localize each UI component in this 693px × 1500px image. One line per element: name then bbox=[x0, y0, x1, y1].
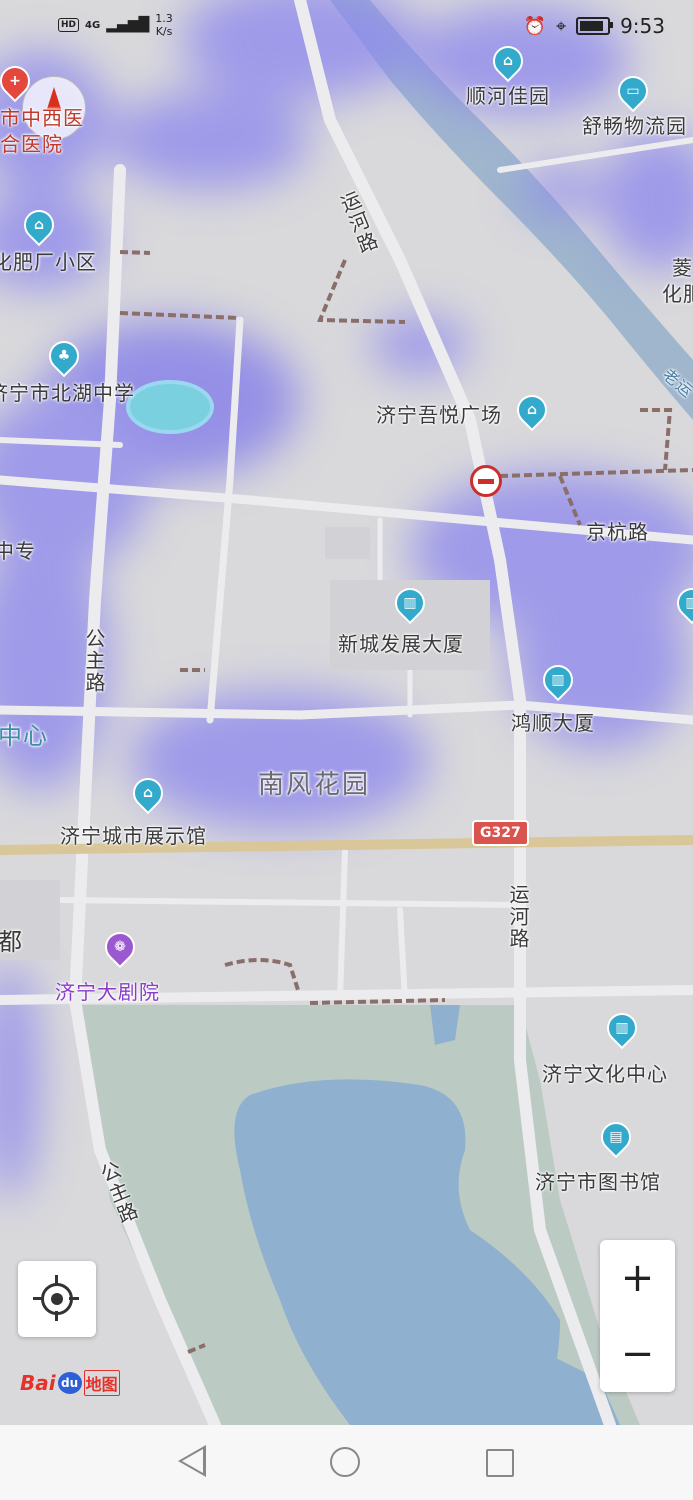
poi-label-hospital-1[interactable]: 市中西医 bbox=[0, 102, 84, 131]
speed-unit: K/s bbox=[155, 25, 173, 38]
recent-apps-icon[interactable] bbox=[486, 1449, 514, 1477]
hd-icon: HD bbox=[58, 18, 80, 32]
status-left: HD 4G ▂▄▆█ 1.3 K/s bbox=[58, 12, 173, 38]
map-view[interactable]: HD 4G ▂▄▆█ 1.3 K/s ⏰ ⌖ 9:53 + ⌂ ▭ ⌂ ♣ ⌂ ▥… bbox=[0, 0, 693, 1425]
back-icon-inner bbox=[182, 1449, 203, 1473]
home-icon[interactable] bbox=[330, 1447, 360, 1477]
poi-label-shuchang-wuliuyuan[interactable]: 舒畅物流园 bbox=[582, 110, 687, 139]
signal-icon: ▂▄▆█ bbox=[106, 17, 150, 33]
shopping-icon[interactable]: ⌂ bbox=[510, 388, 554, 432]
poi-label-shunhe-jiayuan[interactable]: 顺河佳园 bbox=[466, 80, 550, 109]
status-bar: HD 4G ▂▄▆█ 1.3 K/s ⏰ ⌖ 9:53 bbox=[0, 0, 693, 56]
poi-label-exhibition-hall[interactable]: 济宁城市展示馆 bbox=[60, 820, 207, 849]
logo-ditu: 地图 bbox=[83, 1370, 120, 1396]
museum-icon[interactable]: ⌂ bbox=[126, 771, 170, 815]
poi-label-du[interactable]: 都 bbox=[0, 922, 23, 957]
poi-label-grand-theatre[interactable]: 济宁大剧院 bbox=[55, 976, 160, 1005]
school-icon[interactable]: ♣ bbox=[42, 334, 86, 378]
poi-label-feichang-xiaoqu[interactable]: 化肥厂小区 bbox=[0, 246, 97, 275]
status-right: ⏰ ⌖ 9:53 bbox=[524, 14, 665, 38]
crosshair-tick bbox=[69, 1297, 79, 1300]
my-location-button[interactable] bbox=[18, 1261, 96, 1337]
network-type: 4G bbox=[85, 19, 101, 31]
location-dot bbox=[51, 1293, 63, 1305]
poi-label-xincheng-building[interactable]: 新城发展大厦 bbox=[338, 628, 464, 657]
office-building-icon[interactable]: ▥ bbox=[536, 658, 580, 702]
poi-label-beihu-school[interactable]: 济宁市北湖中学 bbox=[0, 377, 135, 406]
poi-label-ling-1[interactable]: 菱 bbox=[672, 252, 693, 281]
battery-icon bbox=[576, 17, 614, 35]
location-icon: ⌖ bbox=[555, 15, 567, 37]
office-building-icon[interactable]: ▥ bbox=[670, 581, 693, 625]
no-entry-icon[interactable] bbox=[470, 465, 502, 497]
road-shield-g327: G327 bbox=[472, 820, 529, 846]
network-speed: 1.3 K/s bbox=[155, 12, 173, 38]
poi-label-hongshun-building[interactable]: 鸿顺大厦 bbox=[511, 707, 595, 736]
library-icon[interactable]: ▤ bbox=[594, 1115, 638, 1159]
poi-label-zhongzhuan[interactable]: 中专 bbox=[0, 535, 36, 564]
poi-label-ling-2[interactable]: 化肥 bbox=[662, 278, 693, 307]
office-building-icon[interactable]: ▥ bbox=[600, 1006, 644, 1050]
road-label-gongzhu-top: 公主路 bbox=[82, 628, 106, 694]
zoom-in-button[interactable]: + bbox=[600, 1240, 675, 1316]
logo-paw-icon: du bbox=[57, 1372, 82, 1394]
road-label-yunhe-bottom: 运河路 bbox=[506, 884, 530, 950]
truck-icon[interactable]: ▭ bbox=[611, 69, 655, 113]
poi-label-wuyue-plaza[interactable]: 济宁吾悦广场 bbox=[376, 399, 502, 428]
crosshair-tick bbox=[55, 1311, 58, 1321]
crosshair-tick bbox=[55, 1275, 58, 1285]
cinema-icon[interactable]: ❁ bbox=[98, 925, 142, 969]
residential-icon[interactable]: ⌂ bbox=[17, 203, 61, 247]
residential-icon[interactable]: ⌂ bbox=[486, 39, 530, 83]
area-label-nanfeng-garden[interactable]: 南风花园 bbox=[258, 764, 370, 801]
zoom-out-button[interactable]: − bbox=[600, 1316, 675, 1392]
poi-label-hospital-2[interactable]: 合医院 bbox=[0, 128, 63, 157]
system-navigation-bar bbox=[0, 1425, 693, 1500]
crosshair-tick bbox=[33, 1297, 43, 1300]
hospital-icon[interactable]: + bbox=[0, 59, 37, 103]
logo-bai: Bai bbox=[20, 1371, 56, 1395]
clock: 9:53 bbox=[620, 14, 665, 38]
poi-label-zhongxin[interactable]: 中心 bbox=[0, 716, 48, 751]
poi-label-city-library[interactable]: 济宁市图书馆 bbox=[535, 1166, 661, 1195]
battery-fill bbox=[580, 21, 604, 31]
office-building-icon[interactable]: ▥ bbox=[388, 581, 432, 625]
alarm-icon: ⏰ bbox=[523, 15, 546, 37]
road-label-jinghang: 京杭路 bbox=[586, 520, 649, 544]
zoom-controls: + − bbox=[600, 1240, 675, 1392]
baidu-map-logo: Bai du 地图 bbox=[20, 1370, 120, 1396]
poi-label-culture-center[interactable]: 济宁文化中心 bbox=[542, 1058, 668, 1087]
heat-hotspot bbox=[126, 380, 214, 434]
speed-value: 1.3 bbox=[155, 12, 173, 25]
